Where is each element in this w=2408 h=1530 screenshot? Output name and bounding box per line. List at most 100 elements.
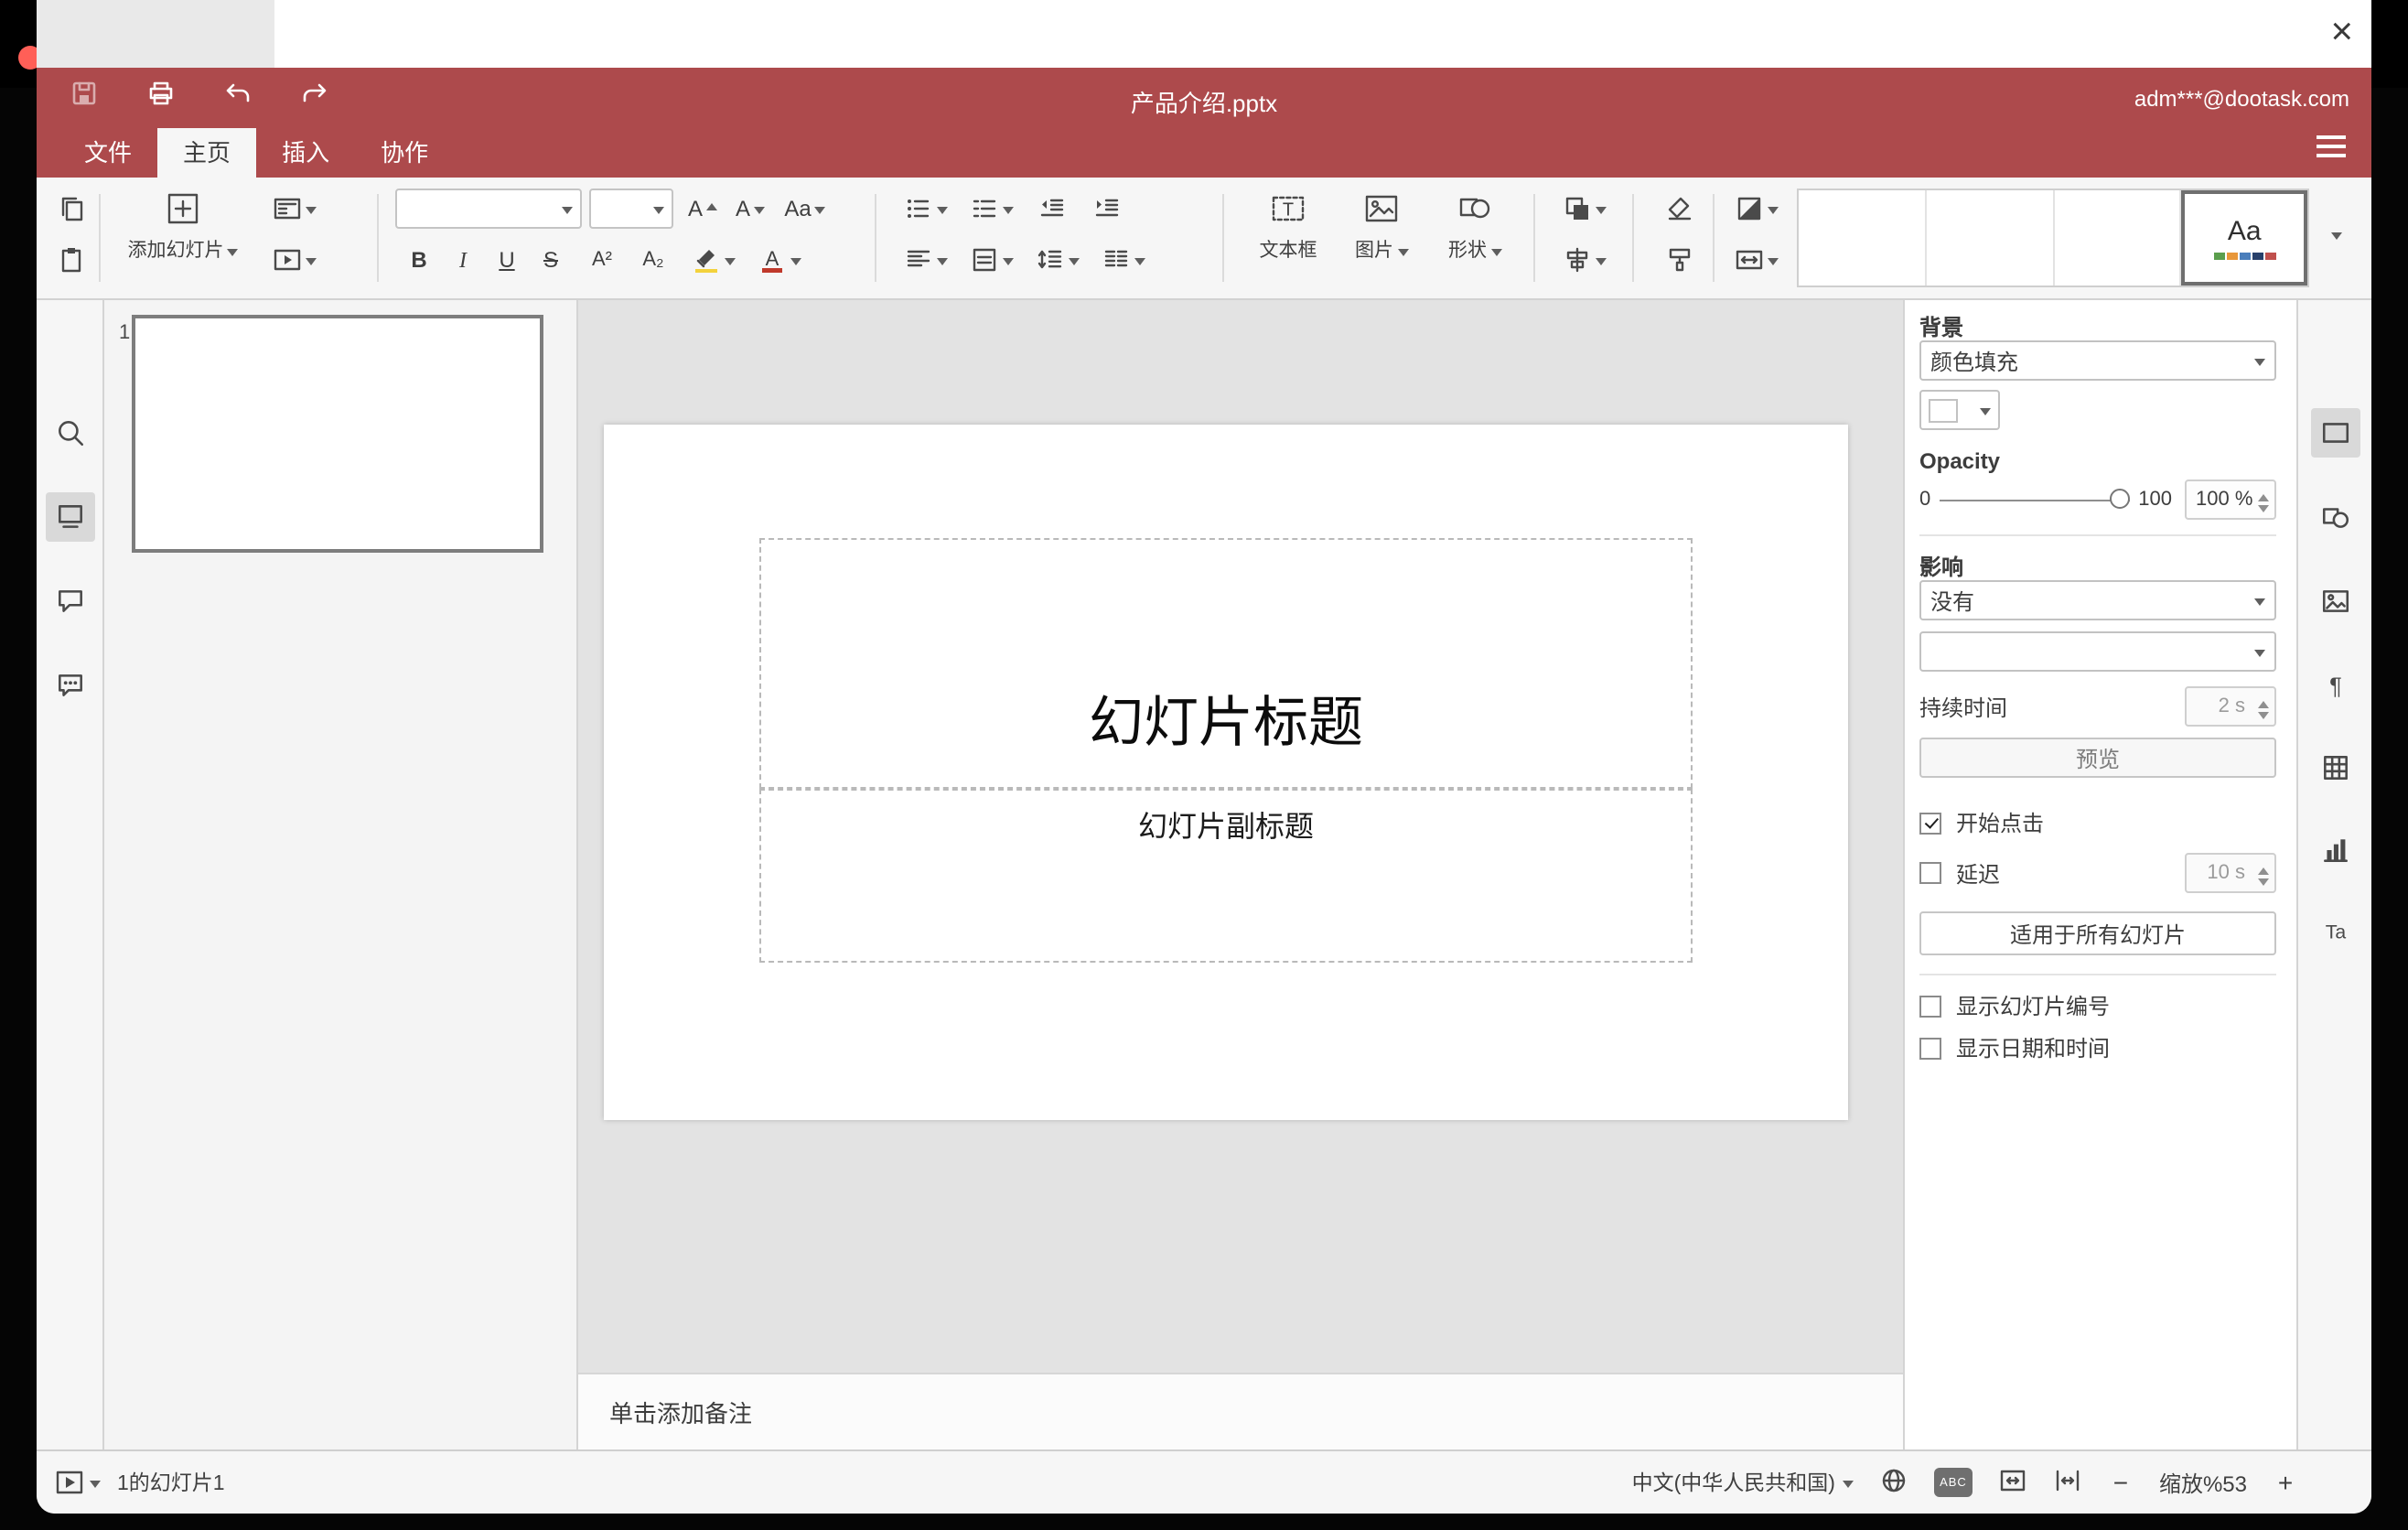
add-slide-icon: [167, 193, 199, 224]
insert-textbox-button[interactable]: T 文本框: [1244, 183, 1332, 293]
duration-input[interactable]: 2 s: [2185, 686, 2276, 727]
image-settings-icon: [2322, 590, 2349, 612]
theme-preview[interactable]: [2054, 190, 2182, 286]
slide-title-placeholder[interactable]: 幻灯片标题: [759, 538, 1693, 789]
underline-button[interactable]: U: [487, 240, 527, 280]
fit-to-width-button[interactable]: [2053, 1465, 2082, 1500]
show-date-time-checkbox[interactable]: [1919, 1037, 1941, 1059]
slide-settings-button[interactable]: [2311, 408, 2360, 458]
comments-button[interactable]: [46, 576, 95, 626]
change-case-button[interactable]: Aa: [776, 189, 834, 229]
subscript-button[interactable]: A₂: [629, 240, 677, 280]
font-size-combobox[interactable]: [589, 189, 673, 229]
align-left-icon: [907, 250, 930, 267]
zoom-out-button[interactable]: −: [2108, 1468, 2134, 1497]
apply-to-all-slides-button[interactable]: 适用于所有幻灯片: [1919, 911, 2276, 955]
opacity-slider[interactable]: [1940, 487, 2130, 512]
increase-indent-button[interactable]: [1083, 189, 1131, 229]
chat-button[interactable]: [46, 661, 95, 710]
insert-shape-button[interactable]: 形状: [1431, 183, 1519, 293]
copy-button[interactable]: [51, 189, 91, 229]
copy-style-button[interactable]: [1658, 240, 1702, 280]
search-button[interactable]: [46, 408, 95, 458]
spinner-icons[interactable]: [2258, 695, 2269, 725]
decrease-font-size-button[interactable]: A: [728, 189, 772, 229]
theme-preview[interactable]: [1927, 190, 2054, 286]
decrease-indent-button[interactable]: [1028, 189, 1076, 229]
italic-button[interactable]: I: [443, 240, 483, 280]
slide-size-button[interactable]: [1727, 240, 1786, 280]
table-settings-icon: [2324, 756, 2348, 780]
shape-fill-button[interactable]: [1727, 189, 1786, 229]
slide-layout-button[interactable]: [267, 189, 322, 229]
table-settings-button[interactable]: [2311, 743, 2360, 792]
zoom-in-button[interactable]: +: [2273, 1468, 2298, 1497]
chevron-down-icon: [1596, 207, 1607, 220]
clear-style-button[interactable]: [1658, 189, 1702, 229]
delay-checkbox[interactable]: [1919, 862, 1941, 884]
image-settings-button[interactable]: [2311, 576, 2360, 626]
tab-file[interactable]: 文件: [59, 128, 157, 178]
tab-home[interactable]: 主页: [157, 128, 257, 178]
background-color-select[interactable]: [1919, 390, 2000, 430]
paste-button[interactable]: [51, 240, 91, 280]
spinner-icons[interactable]: [2258, 862, 2269, 891]
background-fill-select[interactable]: 颜色填充: [1919, 340, 2276, 381]
font-color-button[interactable]: A: [750, 240, 809, 280]
theme-gallery-expand-button[interactable]: [2317, 189, 2357, 287]
zoom-level[interactable]: 缩放%53: [2159, 1467, 2247, 1498]
theme-preview-selected[interactable]: Aa: [2182, 190, 2308, 286]
opacity-slider-knob[interactable]: [2109, 489, 2130, 509]
font-name-combobox[interactable]: [395, 189, 582, 229]
spinner-icons[interactable]: [2258, 489, 2269, 518]
line-spacing-button[interactable]: [1028, 240, 1087, 280]
slide[interactable]: 幻灯片标题 幻灯片副标题: [604, 425, 1848, 1120]
arrow-up-icon: [706, 197, 717, 210]
start-on-click-checkbox[interactable]: [1919, 812, 1941, 834]
document-language-button[interactable]: [1879, 1465, 1908, 1500]
arrange-shape-button[interactable]: [1555, 189, 1614, 229]
notes-area[interactable]: 单击添加备注: [578, 1373, 1903, 1449]
fit-to-slide-button[interactable]: [1998, 1465, 2027, 1500]
preview-button[interactable]: 预览: [1919, 738, 2276, 778]
theme-preview[interactable]: [1799, 190, 1927, 286]
strikethrough-button[interactable]: S: [531, 240, 571, 280]
columns-icon: [1104, 250, 1128, 267]
slide-subtitle-placeholder[interactable]: 幻灯片副标题: [759, 789, 1693, 963]
numbered-list-button[interactable]: [962, 189, 1021, 229]
start-slideshow-button[interactable]: [267, 240, 322, 280]
transition-variant-select[interactable]: [1919, 631, 2276, 672]
slide-thumbnail[interactable]: [132, 315, 543, 553]
shape-settings-button[interactable]: [2311, 492, 2360, 542]
insert-image-button[interactable]: 图片: [1339, 183, 1424, 293]
tab-collaboration[interactable]: 协作: [355, 128, 454, 178]
columns-button[interactable]: [1094, 240, 1153, 280]
slide-canvas[interactable]: 幻灯片标题 幻灯片副标题: [578, 300, 1903, 1373]
show-slide-number-checkbox[interactable]: [1919, 995, 1941, 1017]
bold-button[interactable]: B: [399, 240, 439, 280]
superscript-button[interactable]: A²: [578, 240, 626, 280]
highlight-color-button[interactable]: [684, 240, 743, 280]
close-icon[interactable]: ×: [2330, 5, 2353, 60]
transition-effect-select[interactable]: 没有: [1919, 580, 2276, 620]
paragraph-settings-button[interactable]: ¶: [2311, 661, 2360, 710]
chart-settings-button[interactable]: [2311, 825, 2360, 875]
slides-panel-button[interactable]: [46, 492, 95, 542]
chat-icon: [59, 674, 82, 696]
eraser-icon: [1668, 197, 1692, 221]
start-slideshow-status-button[interactable]: [55, 1468, 101, 1497]
add-slide-button[interactable]: 添加幻灯片: [117, 183, 249, 293]
increase-font-size-button[interactable]: A: [681, 189, 725, 229]
bullet-list-button[interactable]: [897, 189, 955, 229]
align-shape-button[interactable]: [1555, 240, 1614, 280]
textart-settings-button[interactable]: Ta: [2311, 906, 2360, 955]
horizontal-align-button[interactable]: [897, 240, 955, 280]
language-selector[interactable]: 中文(中华人民共和国): [1632, 1468, 1854, 1497]
vertical-align-button[interactable]: [962, 240, 1021, 280]
opacity-input[interactable]: 100 %: [2185, 479, 2276, 520]
delay-input[interactable]: 10 s: [2185, 853, 2276, 893]
menu-icon[interactable]: [2317, 130, 2346, 163]
spellcheck-button[interactable]: ABC: [1933, 1468, 1973, 1497]
tab-insert[interactable]: 插入: [256, 128, 355, 178]
font-color-icon: A: [762, 247, 782, 273]
